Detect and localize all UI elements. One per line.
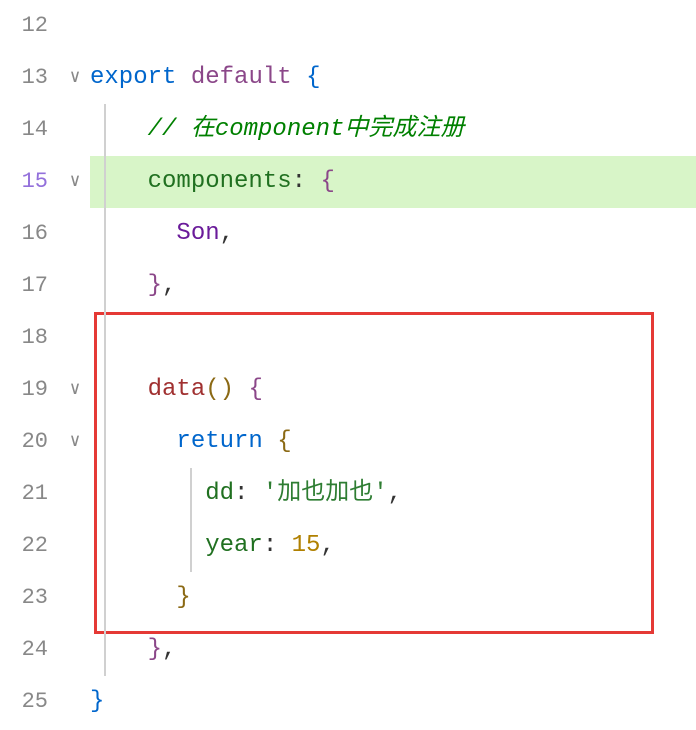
code-line[interactable]: Son, xyxy=(90,208,696,260)
brace: } xyxy=(148,636,162,663)
line-number: 25 xyxy=(0,676,48,728)
fold-toggle[interactable]: ∨ xyxy=(60,156,90,208)
fold-gutter: ∨ ∨ ∨ ∨ xyxy=(60,0,90,730)
property-key: year xyxy=(205,532,263,559)
identifier: Son xyxy=(176,220,219,247)
line-number: 20 xyxy=(0,416,48,468)
code-line[interactable]: export default { xyxy=(90,52,696,104)
string-literal: '加也加也' xyxy=(263,480,388,507)
fold-toggle[interactable]: ∨ xyxy=(60,416,90,468)
brace: } xyxy=(148,272,162,299)
comma: , xyxy=(320,532,334,559)
indent-guide xyxy=(190,468,192,520)
indent-guide xyxy=(104,416,106,468)
line-number: 21 xyxy=(0,468,48,520)
colon: : xyxy=(263,532,277,559)
line-number: 16 xyxy=(0,208,48,260)
property-key: components xyxy=(148,168,292,195)
indent-guide xyxy=(190,520,192,572)
comma: , xyxy=(388,480,402,507)
brace: { xyxy=(248,376,262,403)
code-line[interactable]: // 在component中完成注册 xyxy=(90,104,696,156)
line-number: 13 xyxy=(0,52,48,104)
code-line[interactable]: return { xyxy=(90,416,696,468)
indent-guide xyxy=(104,260,106,312)
code-line[interactable]: } xyxy=(90,676,696,728)
line-number: 19 xyxy=(0,364,48,416)
brace: } xyxy=(176,584,190,611)
indent-guide xyxy=(104,312,106,364)
fold-toggle[interactable]: ∨ xyxy=(60,364,90,416)
comma: , xyxy=(220,220,234,247)
parens: () xyxy=(205,376,234,403)
colon: : xyxy=(292,168,306,195)
comma: , xyxy=(162,636,176,663)
line-number: 22 xyxy=(0,520,48,572)
property-key: dd xyxy=(205,480,234,507)
line-number: 18 xyxy=(0,312,48,364)
brace: { xyxy=(277,428,291,455)
code-line-highlighted[interactable]: components: { xyxy=(90,156,696,208)
code-line[interactable]: }, xyxy=(90,260,696,312)
code-editor[interactable]: 12 13 14 15 16 17 18 19 20 21 22 23 24 2… xyxy=(0,0,696,730)
code-line[interactable]: year: 15, xyxy=(90,520,696,572)
brace: { xyxy=(306,64,320,91)
keyword-default: default xyxy=(191,64,292,91)
indent-guide xyxy=(104,364,106,416)
number-literal: 15 xyxy=(292,532,321,559)
code-line[interactable] xyxy=(90,0,696,52)
fold-toggle[interactable]: ∨ xyxy=(60,52,90,104)
indent-guide xyxy=(104,624,106,676)
brace: } xyxy=(90,688,104,715)
comment: // 在component中完成注册 xyxy=(148,116,465,143)
indent-guide xyxy=(104,104,106,156)
line-number-current: 15 xyxy=(0,156,48,208)
keyword-return: return xyxy=(176,428,262,455)
line-number-gutter: 12 13 14 15 16 17 18 19 20 21 22 23 24 2… xyxy=(0,0,60,730)
code-line[interactable] xyxy=(90,312,696,364)
code-line[interactable]: dd: '加也加也', xyxy=(90,468,696,520)
code-line[interactable]: }, xyxy=(90,624,696,676)
indent-guide xyxy=(104,156,106,208)
comma: , xyxy=(162,272,176,299)
line-number: 12 xyxy=(0,0,48,52)
code-content[interactable]: export default { // 在component中完成注册 comp… xyxy=(90,0,696,730)
keyword-export: export xyxy=(90,64,176,91)
indent-guide xyxy=(104,520,106,572)
indent-guide xyxy=(104,572,106,624)
method-name: data xyxy=(148,376,206,403)
brace: { xyxy=(320,168,334,195)
line-number: 14 xyxy=(0,104,48,156)
line-number: 24 xyxy=(0,624,48,676)
colon: : xyxy=(234,480,248,507)
line-number: 23 xyxy=(0,572,48,624)
line-number: 17 xyxy=(0,260,48,312)
code-line[interactable]: } xyxy=(90,572,696,624)
indent-guide xyxy=(104,468,106,520)
code-line[interactable]: data() { xyxy=(90,364,696,416)
indent-guide xyxy=(104,208,106,260)
